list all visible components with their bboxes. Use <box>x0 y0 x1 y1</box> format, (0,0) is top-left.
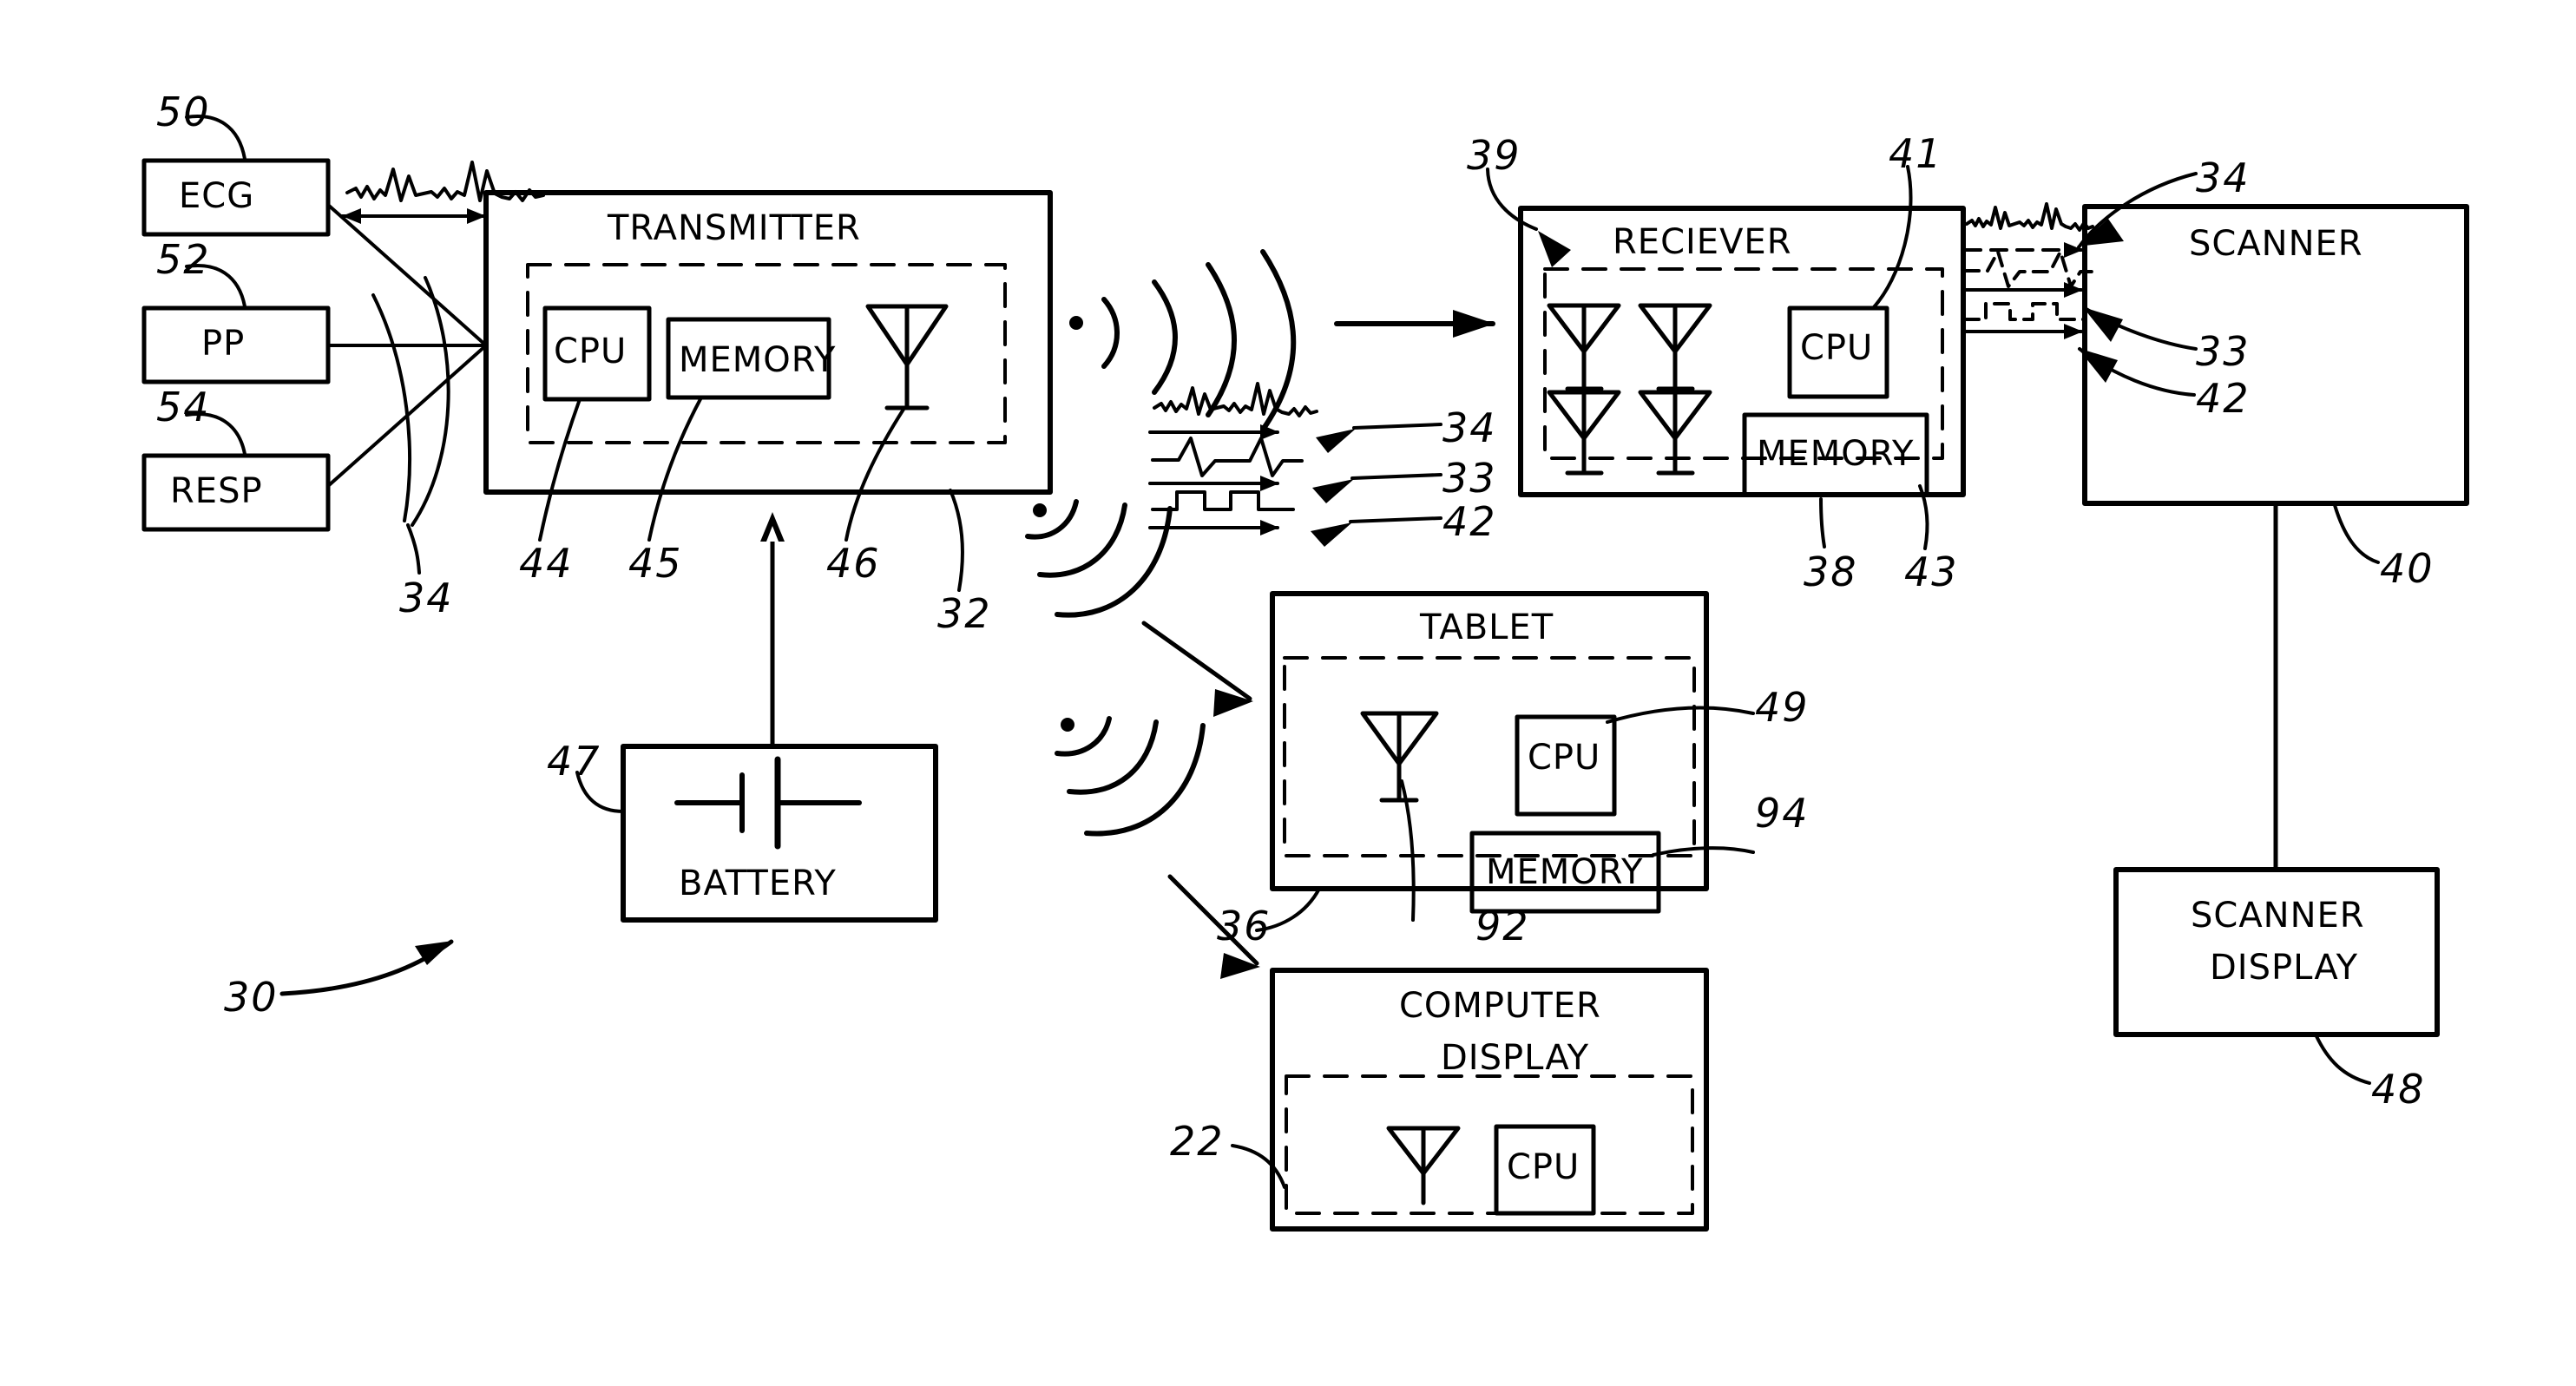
tablet-title: TABLET <box>1420 608 1554 647</box>
ref-42-scanner: 42 <box>2196 375 2251 422</box>
ref-50: 50 <box>156 89 211 135</box>
ref-30: 30 <box>224 974 279 1021</box>
scanner-display-title-line2: DISPLAY <box>2210 948 2359 988</box>
ref-45: 45 <box>628 540 683 587</box>
ref-41: 41 <box>1889 130 1943 177</box>
tablet-memory-label: MEMORY <box>1486 852 1644 892</box>
transmitter-cpu-label: CPU <box>554 332 628 371</box>
ref-49: 49 <box>1755 684 1810 731</box>
ref-39: 39 <box>1467 132 1521 179</box>
ecg-box-label: ECG <box>179 176 255 216</box>
ref-44: 44 <box>519 540 574 587</box>
ref-54: 54 <box>156 384 211 430</box>
ref-34-scanner: 34 <box>2196 154 2251 201</box>
scanner-title: SCANNER <box>2189 224 2363 264</box>
resp-box-label: RESP <box>170 471 263 511</box>
ref-42-legend: 42 <box>1442 498 1497 545</box>
ref-94: 94 <box>1755 790 1810 837</box>
battery-label: BATTERY <box>679 864 837 903</box>
ref-92: 92 <box>1475 903 1530 949</box>
ref-47: 47 <box>547 738 601 785</box>
receiver-cpu-label: CPU <box>1800 328 1874 368</box>
ref-33-scanner: 33 <box>2196 328 2251 375</box>
transmitter-memory-label: MEMORY <box>679 340 837 380</box>
ref-48: 48 <box>2371 1066 2426 1113</box>
ref-34-legend: 34 <box>1442 404 1497 451</box>
scanner-display-title-line1: SCANNER <box>2191 896 2365 936</box>
tablet-cpu-label: CPU <box>1528 738 1601 778</box>
computer-display-cpu-label: CPU <box>1507 1147 1580 1187</box>
ref-34-sensor-bundle: 34 <box>399 575 454 621</box>
ref-52: 52 <box>156 236 211 283</box>
ref-32: 32 <box>937 590 992 637</box>
computer-display-title-line2: DISPLAY <box>1441 1038 1590 1078</box>
ref-33-legend: 33 <box>1442 455 1497 502</box>
ref-38: 38 <box>1804 548 1858 595</box>
receiver-title: RECIEVER <box>1613 222 1792 262</box>
transmitter-title: TRANSMITTER <box>608 208 861 248</box>
patent-figure-canvas <box>0 0 2576 1386</box>
ref-40: 40 <box>2380 545 2435 592</box>
receiver-memory-label: MEMORY <box>1757 434 1915 474</box>
ref-36: 36 <box>1217 903 1272 949</box>
pp-box-label: PP <box>201 324 246 364</box>
ref-43: 43 <box>1904 548 1959 595</box>
ref-46: 46 <box>826 540 881 587</box>
computer-display-title-line1: COMPUTER <box>1399 986 1601 1026</box>
ref-22: 22 <box>1170 1118 1225 1165</box>
